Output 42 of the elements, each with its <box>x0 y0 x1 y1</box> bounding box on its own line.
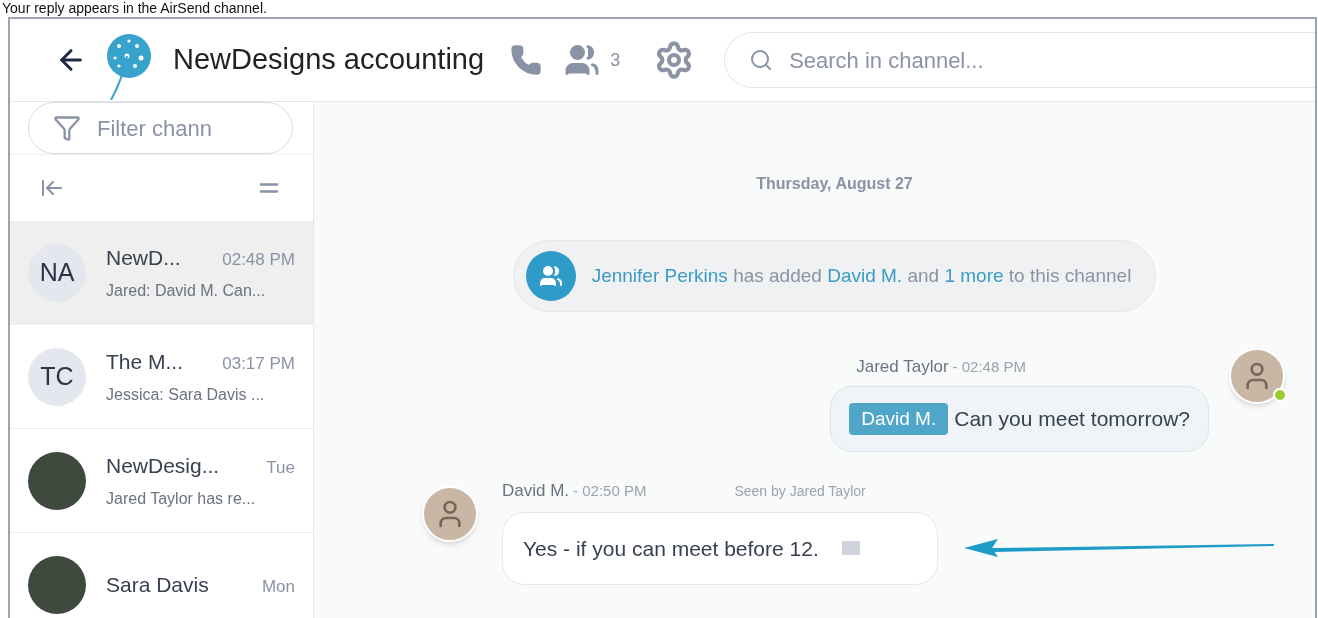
people-icon <box>564 42 601 78</box>
user-link[interactable]: David M. <box>827 264 903 286</box>
channel-avatar: NA <box>28 243 86 302</box>
channel-name: NewD... <box>106 244 181 271</box>
seen-status: Seen by Jared Taylor <box>734 482 866 501</box>
channel-title: NewDesigns accounting <box>173 42 485 78</box>
channel-time: 03:17 PM <box>222 352 295 375</box>
search-input[interactable]: Search in channel... <box>789 43 1090 77</box>
channel-name: Sara Davis <box>106 571 209 598</box>
channel-time: 02:48 PM <box>222 248 295 271</box>
search-icon <box>749 48 774 72</box>
channel-preview: Jessica: Sara Davis ... <box>106 385 266 406</box>
photo-placeholder <box>28 555 86 614</box>
channel-name: The M... <box>106 348 184 375</box>
user-link[interactable]: 1 more <box>944 264 1004 286</box>
photo-placeholder <box>28 451 86 510</box>
members-button[interactable]: 3 <box>564 42 621 78</box>
phone-icon <box>510 44 543 76</box>
sender-name: David M. <box>502 480 570 502</box>
channel-time: Tue <box>266 456 295 479</box>
filter-input[interactable]: Filter chann <box>97 111 237 145</box>
channel-name: NewDesig... <box>106 452 220 479</box>
channel-preview: Jared Taylor has re... <box>106 489 257 510</box>
message-time: - 02:50 PM <box>573 481 647 501</box>
sender-name: Jared Taylor <box>856 356 949 378</box>
dandelion-logo-icon <box>105 34 153 100</box>
user-link[interactable]: Jennifer Perkins <box>591 264 728 286</box>
call-button[interactable] <box>510 44 543 76</box>
people-icon <box>538 264 563 288</box>
channel-time: Mon <box>261 575 295 598</box>
message-text: Can you meet tomorrow? <box>954 406 1190 432</box>
member-count: 3 <box>610 48 621 72</box>
date-divider: Thursday, August 27 <box>756 174 913 194</box>
caption-text: Your reply appears in the AirSend channel. <box>2 0 267 16</box>
filter-icon <box>53 114 81 142</box>
channel-item[interactable]: NA NewD... 02:48 PM Jared: David M. Can... <box>10 221 313 325</box>
mention-tag[interactable]: David M. <box>849 402 949 435</box>
channel-avatar: TC <box>28 347 86 406</box>
channel-preview: Jared: David M. Can... <box>106 281 267 302</box>
message-time: - 02:48 PM <box>952 357 1026 377</box>
message-text: Yes - if you can meet before 12. <box>523 535 819 562</box>
system-message-text: Jennifer Perkins has added David M. and 1 more to this channel <box>591 263 1132 288</box>
